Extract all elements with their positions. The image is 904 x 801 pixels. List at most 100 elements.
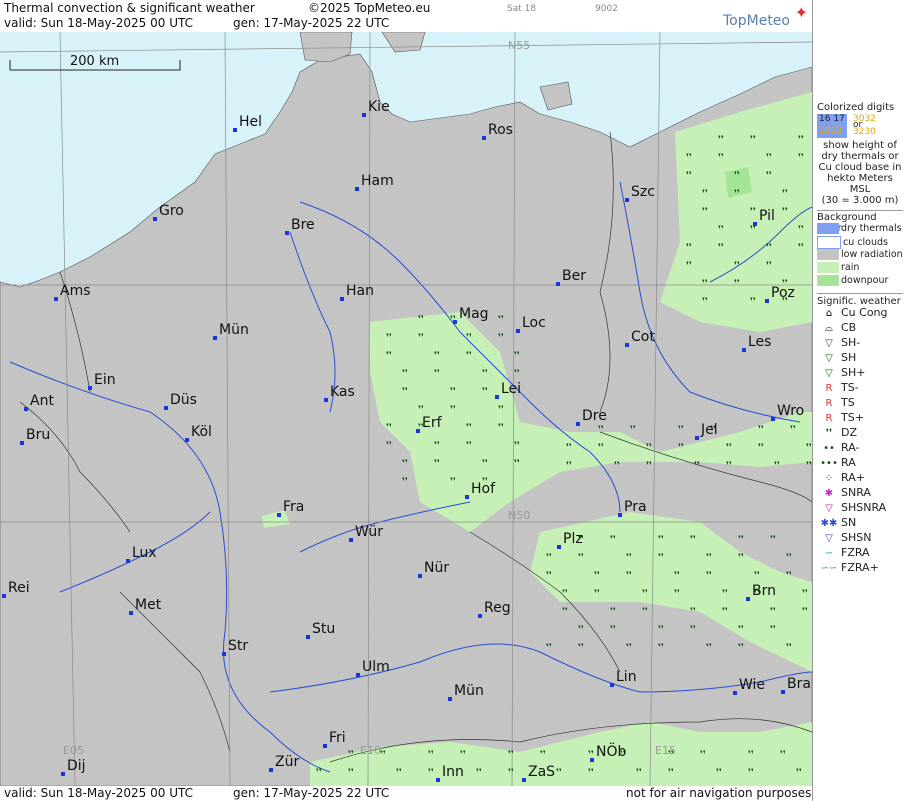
- city-label[interactable]: Ein: [94, 372, 116, 388]
- legend-sig-label: SH-: [841, 336, 861, 349]
- city-marker: [233, 128, 237, 132]
- city-marker: [2, 594, 6, 598]
- city-label[interactable]: Str: [228, 638, 248, 654]
- city-label[interactable]: Plz: [563, 531, 583, 547]
- city-label[interactable]: Lux: [132, 545, 157, 561]
- code-label: 9002: [595, 4, 618, 14]
- drizzle-icon: ❜❜: [578, 553, 584, 563]
- legend-bg-items: dry thermals cu clouds low radiation rain do…: [817, 223, 903, 288]
- city-marker: [625, 198, 629, 202]
- city-label[interactable]: Pra: [624, 499, 647, 515]
- drizzle-icon: ❜❜: [674, 589, 680, 599]
- city-label[interactable]: Bre: [291, 217, 315, 233]
- drizzle-icon: ❜❜: [668, 750, 674, 760]
- city-label[interactable]: Wro: [777, 403, 804, 419]
- city-marker: [222, 652, 226, 656]
- city-label[interactable]: Loc: [522, 315, 546, 331]
- weather-symbol-icon: R: [825, 383, 833, 394]
- city-label[interactable]: Bra: [787, 676, 811, 692]
- legend-bg-item: downpour: [817, 275, 903, 288]
- city-label[interactable]: NÖb: [596, 742, 626, 760]
- city-label[interactable]: Zür: [275, 754, 299, 770]
- drizzle-icon: ❜❜: [546, 571, 552, 581]
- city-label[interactable]: Poz: [771, 285, 795, 301]
- city-label[interactable]: Mün: [454, 683, 484, 699]
- weather-symbol-icon: ✱: [824, 488, 834, 499]
- city-label[interactable]: Cot: [631, 329, 655, 345]
- drizzle-icon: ❜❜: [598, 425, 604, 435]
- city-label[interactable]: Les: [748, 334, 771, 350]
- city-label[interactable]: Kas: [330, 384, 355, 400]
- drizzle-icon: ❜❜: [702, 189, 708, 199]
- city-marker: [453, 320, 457, 324]
- drizzle-icon: ❜❜: [718, 153, 724, 163]
- legend-sig-item: ⌓ CB: [817, 321, 903, 336]
- legend-sig-label: SN: [841, 516, 857, 529]
- drizzle-icon: ❜❜: [626, 571, 632, 581]
- city-label[interactable]: Met: [135, 597, 162, 613]
- city-label[interactable]: Mag: [459, 306, 489, 322]
- city-label[interactable]: Ams: [60, 283, 91, 299]
- city-label[interactable]: Wür: [355, 524, 383, 540]
- city-label[interactable]: Stu: [312, 621, 335, 637]
- weather-symbol-icon: ••: [823, 443, 835, 454]
- city-label[interactable]: Kie: [368, 99, 390, 115]
- legend-sig-label: DZ: [841, 426, 858, 439]
- city-marker: [61, 772, 65, 776]
- drizzle-icon: ❜❜: [540, 750, 546, 760]
- weather-symbol-icon: ⌓: [825, 323, 833, 334]
- city-label[interactable]: Pil: [759, 208, 775, 224]
- city-label[interactable]: Hof: [471, 481, 496, 497]
- city-label[interactable]: Ros: [488, 122, 513, 138]
- city-label[interactable]: Köl: [191, 424, 212, 440]
- city-label[interactable]: Ant: [30, 393, 54, 409]
- city-label[interactable]: Lei: [501, 381, 521, 397]
- city-label[interactable]: Gro: [159, 203, 184, 219]
- legend-sig-item: ∽ FZRA: [817, 546, 903, 561]
- city-label[interactable]: Brn: [752, 583, 776, 599]
- city-label[interactable]: Bru: [26, 427, 50, 443]
- legend-sig-item: ▽ SH+: [817, 366, 903, 381]
- city-label[interactable]: Reg: [484, 600, 511, 616]
- weather-map[interactable]: N55 N50 E05 E10 E15 200 km ❜❜❜❜❜❜❜❜❜❜❜❜❜…: [0, 32, 812, 786]
- legend-swatch: [817, 223, 839, 234]
- city-label[interactable]: Rei: [8, 580, 30, 596]
- city-label[interactable]: Dij: [67, 758, 86, 774]
- drizzle-icon: ❜❜: [614, 461, 620, 471]
- drizzle-icon: ❜❜: [428, 750, 434, 760]
- city-label[interactable]: Fra: [283, 499, 304, 515]
- city-label[interactable]: Ham: [361, 173, 394, 189]
- grid-label-e10: E10: [360, 744, 381, 757]
- legend-swatch: [817, 262, 839, 273]
- compass-star-icon: ✦: [794, 3, 808, 22]
- drizzle-icon: ❜❜: [658, 553, 664, 563]
- drizzle-icon: ❜❜: [578, 625, 584, 635]
- city-label[interactable]: Nür: [424, 560, 449, 576]
- city-label[interactable]: Wie: [739, 677, 765, 693]
- legend-sig-item: ••• RA: [817, 456, 903, 471]
- city-label[interactable]: Mün: [219, 322, 249, 338]
- city-label[interactable]: Jel: [700, 422, 718, 438]
- city-label[interactable]: Inn: [442, 764, 464, 780]
- weather-symbol-icon: ▽: [825, 533, 833, 544]
- drizzle-icon: ❜❜: [774, 461, 780, 471]
- city-label[interactable]: Fri: [329, 730, 346, 746]
- drizzle-icon: ❜❜: [780, 750, 786, 760]
- city-label[interactable]: Erf: [422, 415, 443, 431]
- city-marker: [557, 545, 561, 549]
- weather-symbol-icon: ▽: [825, 503, 833, 514]
- city-label[interactable]: Szc: [631, 184, 655, 200]
- drizzle-icon: ❜❜: [686, 171, 692, 181]
- drizzle-icon: ❜❜: [750, 297, 756, 307]
- city-label[interactable]: Ulm: [362, 659, 390, 675]
- city-label[interactable]: Lin: [616, 669, 637, 685]
- city-label[interactable]: ZaS: [528, 764, 555, 780]
- city-label[interactable]: Hel: [239, 114, 262, 130]
- drizzle-icon: ❜❜: [630, 425, 636, 435]
- city-label[interactable]: Dre: [582, 408, 607, 424]
- city-marker: [436, 778, 440, 782]
- city-label[interactable]: Han: [346, 283, 374, 299]
- city-label[interactable]: Ber: [562, 268, 586, 284]
- city-label[interactable]: Düs: [170, 392, 197, 408]
- city-marker: [610, 683, 614, 687]
